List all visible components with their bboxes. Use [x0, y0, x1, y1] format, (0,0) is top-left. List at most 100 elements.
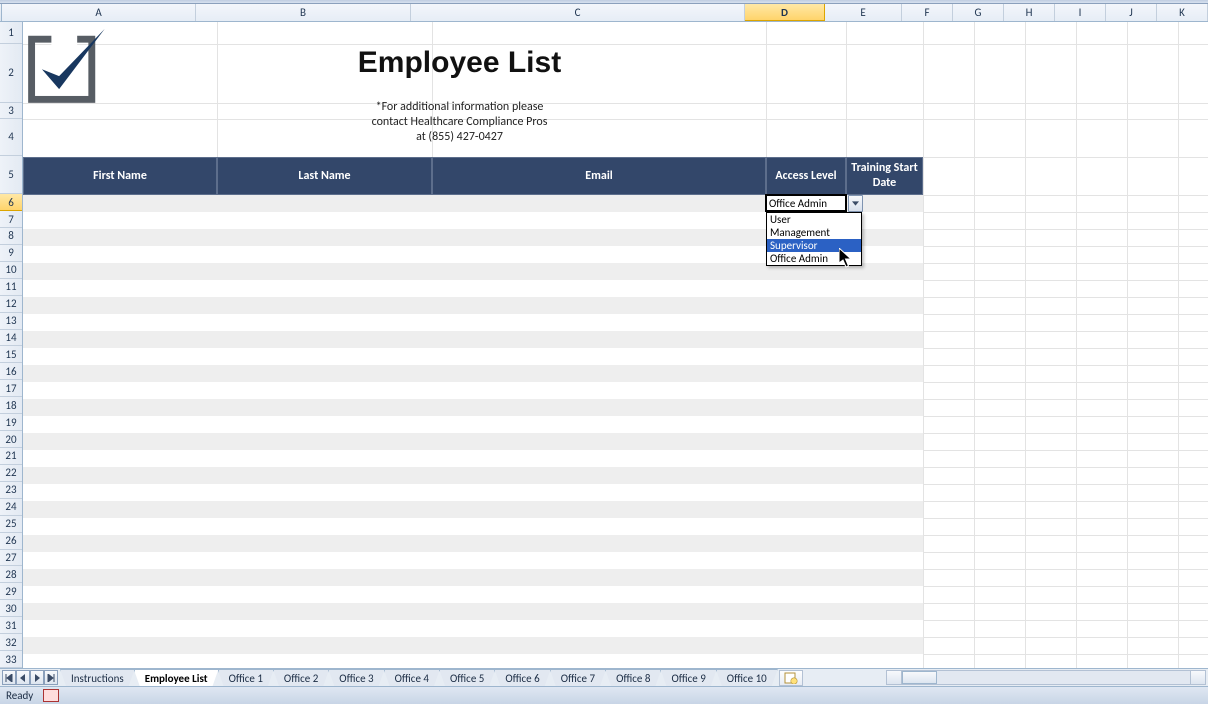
table-cell[interactable] [766, 620, 846, 637]
table-cell[interactable] [23, 399, 217, 416]
table-cell[interactable] [23, 586, 217, 603]
table-cell[interactable] [846, 297, 923, 314]
table-row[interactable] [23, 586, 923, 603]
table-cell[interactable] [432, 280, 766, 297]
table-cell[interactable] [217, 314, 432, 331]
row-header-24[interactable]: 24 [0, 499, 22, 516]
table-cell[interactable] [432, 365, 766, 382]
table-row[interactable] [23, 331, 923, 348]
table-cell[interactable] [217, 603, 432, 620]
table-cell[interactable] [432, 569, 766, 586]
table-cell[interactable] [432, 314, 766, 331]
row-header-13[interactable]: 13 [0, 313, 22, 330]
table-cell[interactable] [217, 535, 432, 552]
tab-nav-first[interactable] [2, 670, 16, 685]
table-cell[interactable] [217, 518, 432, 535]
row-header-23[interactable]: 23 [0, 482, 22, 499]
table-cell[interactable] [432, 433, 766, 450]
column-header-I[interactable]: I [1055, 4, 1106, 21]
table-cell[interactable] [432, 603, 766, 620]
table-cell[interactable] [846, 535, 923, 552]
table-cell[interactable] [766, 280, 846, 297]
table-cell[interactable] [766, 586, 846, 603]
sheet-tab[interactable]: Office 9 [660, 669, 716, 686]
table-cell[interactable] [217, 365, 432, 382]
row-header-1[interactable]: 1 [0, 22, 22, 44]
table-row[interactable] [23, 484, 923, 501]
table-cell[interactable] [217, 552, 432, 569]
table-row[interactable] [23, 467, 923, 484]
table-cell[interactable] [23, 569, 217, 586]
hscroll-thumb[interactable] [902, 671, 937, 684]
horizontal-scrollbar[interactable] [886, 670, 1206, 685]
table-cell[interactable] [766, 297, 846, 314]
table-cell[interactable] [766, 314, 846, 331]
table-cell[interactable] [766, 467, 846, 484]
row-header-7[interactable]: 7 [0, 211, 22, 228]
table-cell[interactable] [432, 399, 766, 416]
table-cell[interactable] [23, 433, 217, 450]
row-header-33[interactable]: 33 [0, 651, 22, 668]
table-cell[interactable] [766, 501, 846, 518]
table-cell[interactable] [23, 467, 217, 484]
table-row[interactable] [23, 314, 923, 331]
table-cell[interactable] [846, 467, 923, 484]
column-header-C[interactable]: C [411, 4, 745, 21]
column-header-D[interactable]: D [745, 4, 825, 21]
row-header-26[interactable]: 26 [0, 533, 22, 550]
column-header-K[interactable]: K [1157, 4, 1208, 21]
table-cell[interactable] [217, 229, 432, 246]
table-cell[interactable] [766, 348, 846, 365]
table-cell[interactable] [766, 637, 846, 654]
table-cell[interactable] [23, 263, 217, 280]
row-header-29[interactable]: 29 [0, 583, 22, 600]
row-header-18[interactable]: 18 [0, 397, 22, 414]
row-header-30[interactable]: 30 [0, 600, 22, 617]
table-cell[interactable] [217, 297, 432, 314]
table-cell[interactable] [846, 348, 923, 365]
tab-nav-prev[interactable] [16, 670, 30, 685]
table-cell[interactable] [846, 450, 923, 467]
table-cell[interactable] [766, 484, 846, 501]
table-cell[interactable] [23, 297, 217, 314]
table-cell[interactable] [432, 212, 766, 229]
table-cell[interactable] [23, 348, 217, 365]
table-row[interactable] [23, 620, 923, 637]
table-row[interactable] [23, 450, 923, 467]
table-cell[interactable] [432, 195, 766, 212]
table-cell[interactable] [217, 586, 432, 603]
table-cell[interactable] [23, 246, 217, 263]
column-header-B[interactable]: B [196, 4, 411, 21]
table-cell[interactable] [766, 416, 846, 433]
row-header-31[interactable]: 31 [0, 617, 22, 634]
table-cell[interactable] [766, 535, 846, 552]
sheet-tab[interactable]: Office 7 [550, 669, 606, 686]
table-cell[interactable] [766, 603, 846, 620]
table-cell[interactable] [23, 518, 217, 535]
table-row[interactable] [23, 535, 923, 552]
sheet-tab[interactable]: Employee List [134, 669, 219, 686]
table-cell[interactable] [23, 331, 217, 348]
table-cell[interactable] [432, 637, 766, 654]
table-cell[interactable] [432, 416, 766, 433]
row-header-19[interactable]: 19 [0, 414, 22, 431]
table-cell[interactable] [846, 654, 923, 668]
row-header-15[interactable]: 15 [0, 346, 22, 363]
table-cell[interactable] [432, 501, 766, 518]
column-header-H[interactable]: H [1004, 4, 1055, 21]
row-header-4[interactable]: 4 [0, 119, 22, 157]
table-cell[interactable] [766, 382, 846, 399]
table-cell[interactable] [846, 620, 923, 637]
active-cell-D6[interactable]: Office Admin [765, 194, 847, 212]
row-header-8[interactable]: 8 [0, 228, 22, 245]
table-cell[interactable] [23, 365, 217, 382]
table-cell[interactable] [766, 433, 846, 450]
table-cell[interactable] [432, 484, 766, 501]
table-cell[interactable] [217, 280, 432, 297]
sheet-tab[interactable]: Office 1 [218, 669, 274, 686]
table-cell[interactable] [23, 654, 217, 668]
table-cell[interactable] [217, 501, 432, 518]
column-header-G[interactable]: G [953, 4, 1004, 21]
table-cell[interactable] [217, 450, 432, 467]
table-row[interactable] [23, 603, 923, 620]
